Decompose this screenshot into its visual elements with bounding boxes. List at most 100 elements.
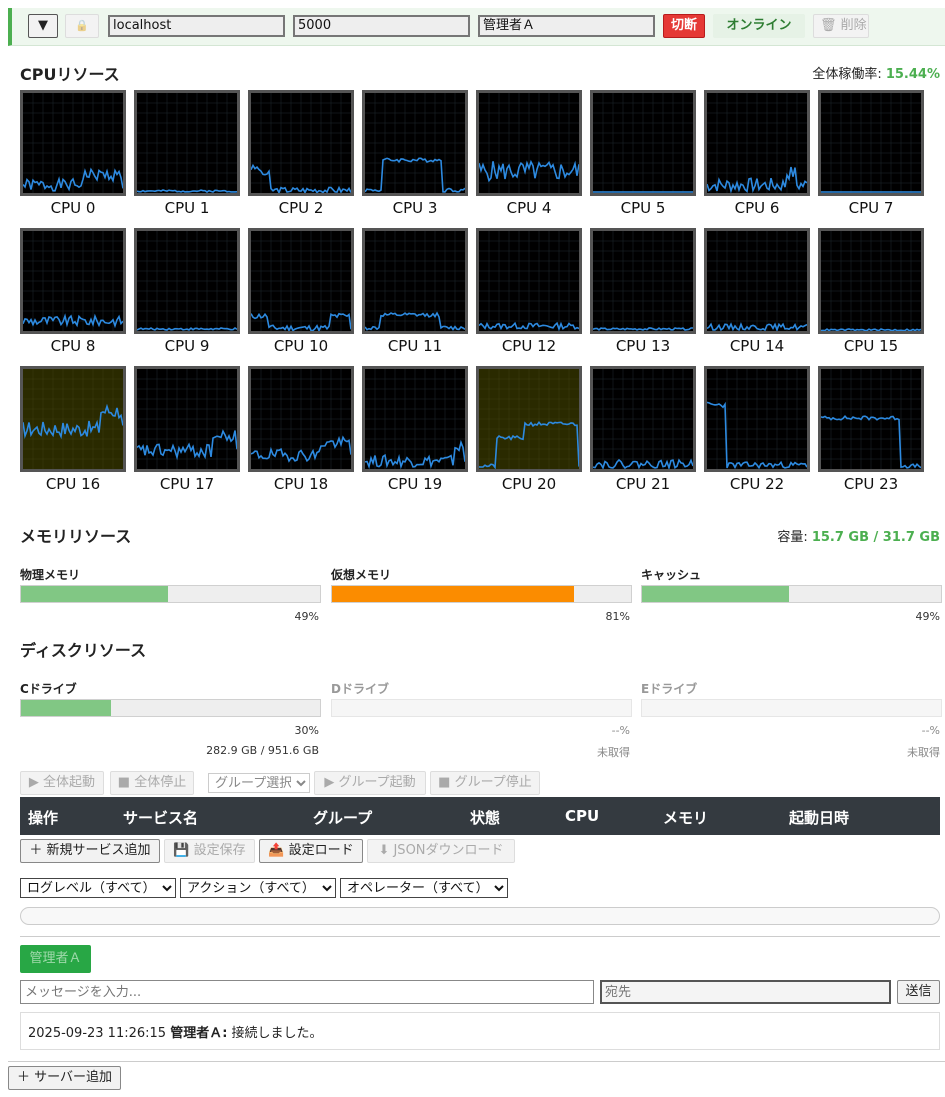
chat-tab-admin[interactable]: 管理者Ａ xyxy=(20,945,91,973)
column-header-status: 状態 xyxy=(470,809,501,827)
status-badge: オンライン xyxy=(713,14,805,38)
memory-physical-label: 物理メモリ xyxy=(20,568,81,582)
save-config-button[interactable]: 💾 設定保存 xyxy=(164,839,255,863)
cpu-cell: CPU 10 xyxy=(248,228,354,358)
json-download-button[interactable]: ⬇ JSONダウンロード xyxy=(367,839,515,863)
user-input[interactable]: 管理者Ａ xyxy=(478,15,655,37)
cpu-label: CPU 10 xyxy=(273,337,329,355)
cpu-usage-chart xyxy=(365,231,465,331)
log-area[interactable] xyxy=(20,907,940,925)
cpu-cell: CPU 7 xyxy=(818,90,924,220)
cpu-graph xyxy=(704,228,810,334)
cpu-graph xyxy=(362,366,468,472)
footer-divider xyxy=(8,1061,945,1062)
cpu-graph xyxy=(704,90,810,196)
cpu-usage-chart xyxy=(251,369,351,469)
cpu-graph xyxy=(362,90,468,196)
cpu-usage-chart xyxy=(821,369,921,469)
cpu-usage-chart xyxy=(707,231,807,331)
disk-e-label: Eドライブ xyxy=(641,682,698,696)
cpu-usage-chart xyxy=(707,369,807,469)
cpu-cell: CPU 6 xyxy=(704,90,810,220)
disk-c-label: Cドライブ xyxy=(20,682,77,696)
cpu-usage-chart xyxy=(707,93,807,193)
cpu-graph xyxy=(476,366,582,472)
chat-log-user: 管理者Ａ: xyxy=(170,1026,228,1041)
memory-cache-label: キャッシュ xyxy=(641,568,702,582)
host-input[interactable]: localhost xyxy=(108,15,285,37)
start-all-button[interactable]: ▶ 全体起動 xyxy=(20,771,104,795)
cpu-cell: CPU 9 xyxy=(134,228,240,358)
memory-capacity-value: 15.7 GB / 31.7 GB xyxy=(811,530,940,545)
disk-c-detail: 282.9 GB / 951.6 GB xyxy=(206,744,319,757)
add-server-button[interactable]: ＋ サーバー追加 xyxy=(8,1066,121,1090)
cpu-cell: CPU 13 xyxy=(590,228,696,358)
cpu-usage-chart xyxy=(479,93,579,193)
add-service-button[interactable]: ＋ 新規サービス追加 xyxy=(20,839,160,863)
operator-filter[interactable]: オペレーター（すべて） xyxy=(340,878,508,898)
memory-section-title: メモリリソース xyxy=(20,527,132,546)
cpu-label: CPU 20 xyxy=(501,475,557,493)
cpu-cell: CPU 16 xyxy=(20,366,126,496)
cpu-graph xyxy=(248,90,354,196)
cpu-label: CPU 23 xyxy=(843,475,899,493)
cpu-usage-chart xyxy=(365,369,465,469)
cpu-label: CPU 11 xyxy=(387,337,443,355)
collapse-toggle-button[interactable]: ▼ xyxy=(28,14,58,38)
cpu-cell: CPU 1 xyxy=(134,90,240,220)
cpu-graph xyxy=(248,366,354,472)
recipient-input[interactable] xyxy=(600,980,891,1004)
stop-all-button[interactable]: ■ 全体停止 xyxy=(110,771,194,795)
cpu-label: CPU 17 xyxy=(159,475,215,493)
cpu-graph xyxy=(818,228,924,334)
cpu-cell: CPU 8 xyxy=(20,228,126,358)
cpu-graph xyxy=(590,228,696,334)
cpu-usage-chart xyxy=(23,231,123,331)
cpu-cell: CPU 21 xyxy=(590,366,696,496)
column-header-memory: メモリ xyxy=(663,809,709,827)
cpu-graph xyxy=(590,90,696,196)
cpu-label: CPU 3 xyxy=(392,199,438,217)
memory-capacity-label: 容量: xyxy=(777,530,812,545)
cpu-label: CPU 12 xyxy=(501,337,557,355)
services-table-header: 操作 サービス名 グループ 状態 CPU メモリ 起動日時 xyxy=(20,797,940,835)
cpu-label: CPU 21 xyxy=(615,475,671,493)
log-level-filter[interactable]: ログレベル（すべて） xyxy=(20,878,176,898)
cpu-overall-value: 15.44% xyxy=(885,67,940,82)
cpu-usage-chart xyxy=(821,231,921,331)
port-input[interactable]: 5000 xyxy=(293,15,470,37)
cpu-label: CPU 14 xyxy=(729,337,785,355)
cpu-section-title: CPUリソース xyxy=(20,65,120,84)
cpu-graph xyxy=(20,228,126,334)
group-stop-button[interactable]: ■ グループ停止 xyxy=(430,771,540,795)
cpu-cell: CPU 4 xyxy=(476,90,582,220)
chat-log-time: 2025-09-23 11:26:15 xyxy=(28,1026,167,1041)
cpu-usage-chart xyxy=(479,231,579,331)
column-header-group: グループ xyxy=(313,809,373,827)
memory-virtual-value: 81% xyxy=(605,610,630,623)
cpu-usage-chart xyxy=(251,231,351,331)
cpu-cell: CPU 14 xyxy=(704,228,810,358)
cpu-usage-chart xyxy=(251,93,351,193)
cpu-graph xyxy=(818,366,924,472)
action-filter[interactable]: アクション（すべて） xyxy=(180,878,336,898)
group-start-button[interactable]: ▶ グループ起動 xyxy=(314,771,426,795)
group-select[interactable]: グループ選択 xyxy=(208,773,310,793)
cpu-cell: CPU 12 xyxy=(476,228,582,358)
cpu-label: CPU 19 xyxy=(387,475,443,493)
load-config-button[interactable]: 📤 設定ロード xyxy=(259,839,363,863)
cpu-cell: CPU 17 xyxy=(134,366,240,496)
cpu-graph xyxy=(134,366,240,472)
delete-button[interactable]: 🗑 削除 xyxy=(813,14,869,38)
disk-e-detail: 未取得 xyxy=(907,746,940,759)
lock-button[interactable]: 🔒 xyxy=(65,14,99,38)
send-button[interactable]: 送信 xyxy=(897,980,940,1004)
memory-physical-bar xyxy=(20,585,321,603)
disconnect-button[interactable]: 切断 xyxy=(663,14,705,38)
divider xyxy=(20,936,940,937)
cpu-cell: CPU 0 xyxy=(20,90,126,220)
disk-c-value: 30% xyxy=(294,724,319,737)
message-input[interactable] xyxy=(20,980,594,1004)
cpu-label: CPU 1 xyxy=(164,199,210,217)
cpu-cell: CPU 23 xyxy=(818,366,924,496)
